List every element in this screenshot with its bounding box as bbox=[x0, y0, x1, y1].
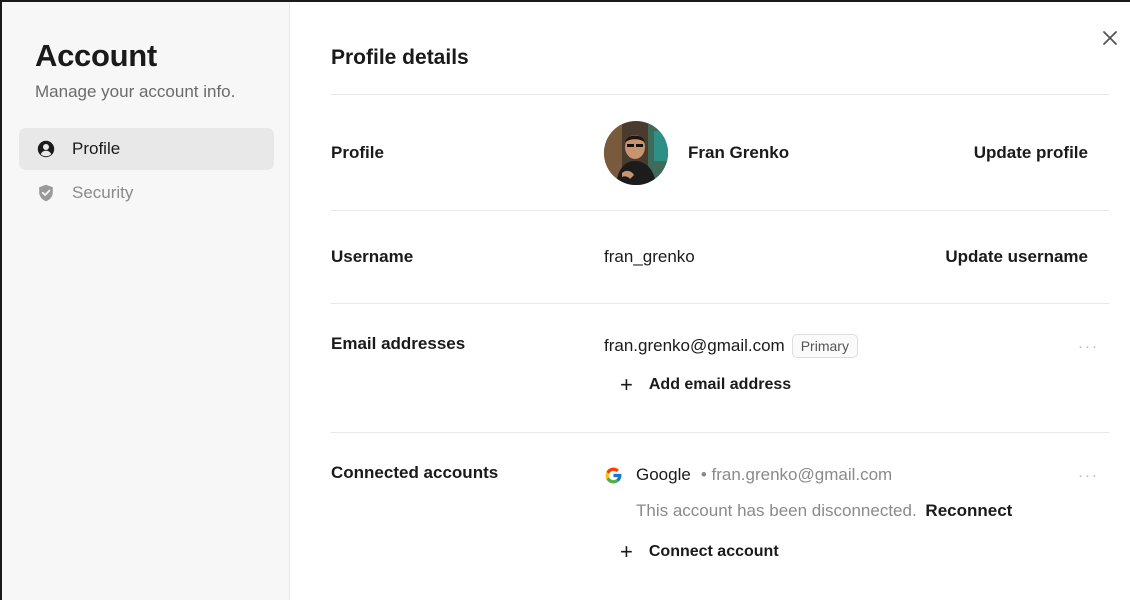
username-info: fran_grenko Update username bbox=[604, 247, 1109, 267]
connected-account-item: Google • fran.grenko@gmail.com ··· bbox=[604, 462, 1109, 488]
user-circle-icon bbox=[37, 140, 55, 158]
profile-name: Fran Grenko bbox=[688, 142, 790, 162]
email-item: fran.grenko@gmail.com Primary ··· bbox=[604, 333, 1109, 359]
sidebar-item-label: Security bbox=[72, 183, 134, 202]
plus-icon: + bbox=[620, 539, 633, 564]
google-icon bbox=[604, 466, 623, 485]
provider-email: • fran.grenko@gmail.com bbox=[700, 465, 893, 484]
sidebar-item-label: Profile bbox=[72, 139, 121, 158]
connected-accounts-section: Connected accounts Google • fran.grenko@… bbox=[331, 432, 1109, 600]
sidebar-item-profile[interactable]: Profile bbox=[19, 128, 274, 170]
provider-name: Google bbox=[636, 465, 691, 484]
section-label: Profile bbox=[331, 142, 384, 162]
connected-more-button[interactable]: ··· bbox=[1078, 467, 1099, 484]
email-info: fran.grenko@gmail.com Primary ··· + Add … bbox=[604, 304, 1109, 432]
username-value: fran_grenko bbox=[604, 247, 695, 266]
connect-account-label: Connect account bbox=[648, 543, 779, 560]
close-button[interactable] bbox=[1098, 26, 1122, 50]
section-label: Email addresses bbox=[331, 334, 466, 353]
disconnected-notice: This account has been disconnected. Reco… bbox=[636, 501, 1109, 521]
profile-section: Profile Fran Grenko Update profile bbox=[331, 94, 1109, 210]
sidebar-nav: Profile Security bbox=[19, 128, 275, 214]
account-window: Account Manage your account info. Profil… bbox=[0, 0, 1130, 600]
add-email-button[interactable]: + Add email address bbox=[620, 374, 1109, 396]
reconnect-link[interactable]: Reconnect bbox=[925, 501, 1012, 520]
sidebar-item-security[interactable]: Security bbox=[19, 172, 274, 214]
plus-icon: + bbox=[620, 372, 633, 397]
connect-account-button[interactable]: + Connect account bbox=[620, 541, 1109, 563]
close-icon bbox=[1103, 31, 1117, 45]
sidebar-title: Account bbox=[35, 38, 157, 73]
primary-badge: Primary bbox=[791, 334, 858, 358]
add-email-label: Add email address bbox=[648, 376, 792, 393]
update-profile-button[interactable]: Update profile bbox=[974, 143, 1088, 163]
section-label: Username bbox=[331, 247, 414, 266]
page-title: Profile details bbox=[331, 46, 469, 69]
connected-info: Google • fran.grenko@gmail.com ··· This … bbox=[604, 433, 1109, 600]
sidebar: Account Manage your account info. Profil… bbox=[2, 2, 290, 600]
profile-info: Fran Grenko Update profile bbox=[604, 120, 1109, 185]
email-value: fran.grenko@gmail.com bbox=[604, 336, 785, 355]
shield-check-icon bbox=[37, 184, 55, 202]
disconnected-status: This account has been disconnected. bbox=[636, 501, 917, 520]
avatar bbox=[604, 120, 668, 185]
sidebar-subtitle: Manage your account info. bbox=[35, 82, 236, 101]
username-section: Username fran_grenko Update username bbox=[331, 210, 1109, 303]
email-more-button[interactable]: ··· bbox=[1078, 338, 1099, 355]
update-username-button[interactable]: Update username bbox=[945, 247, 1088, 267]
main-panel: Profile details Profile Fran Grenko Upda… bbox=[290, 2, 1130, 600]
section-label: Connected accounts bbox=[331, 463, 499, 482]
email-section: Email addresses fran.grenko@gmail.com Pr… bbox=[331, 303, 1109, 432]
